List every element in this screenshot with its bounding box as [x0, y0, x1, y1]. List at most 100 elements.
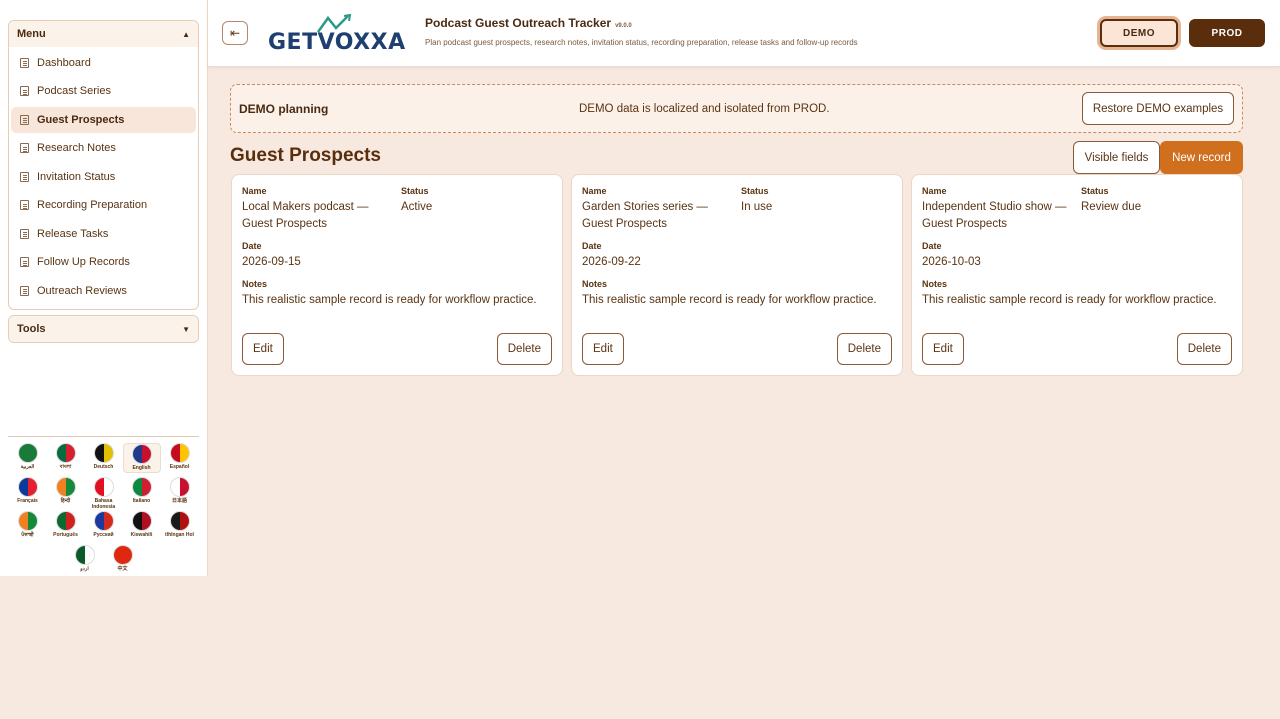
language-option[interactable]: हिन्दी [47, 477, 85, 507]
date-label: Date [242, 241, 262, 251]
sidebar-item-dashboard[interactable]: Dashboard [11, 50, 196, 76]
language-option[interactable]: tlhIngan Hol [161, 511, 199, 541]
sidebar-item-recording-preparation[interactable]: Recording Preparation [11, 192, 196, 218]
card-actions: Edit Delete [242, 333, 552, 365]
sidebar-item-release-tasks[interactable]: Release Tasks [11, 221, 196, 247]
language-picker: العربية বাংলা Deutsch English Español Françai… [8, 436, 199, 579]
app-title: Podcast Guest Outreach Tracker v9.0.0 [425, 16, 632, 30]
delete-button[interactable]: Delete [836, 333, 892, 365]
notes-field: Notes This realistic sample record is rea… [582, 279, 892, 309]
record-status: In use [741, 201, 773, 213]
sidebar-item-outreach-reviews[interactable]: Outreach Reviews [11, 278, 196, 304]
app-version: v9.0.0 [615, 23, 632, 29]
delete-button[interactable]: Delete [1176, 333, 1232, 365]
flag-icon [169, 477, 190, 497]
new-record-button[interactable]: New record [1160, 141, 1243, 174]
flag-icon [93, 477, 114, 497]
language-option[interactable]: Bahasa Indonesia [85, 477, 123, 510]
sidebar-item-guest-prospects[interactable]: Guest Prospects [11, 106, 196, 133]
app-subtitle: Plan podcast guest prospects, research n… [425, 38, 858, 47]
language-name: Français [17, 498, 38, 504]
flag-icon [131, 477, 152, 497]
language-option[interactable]: Español [161, 443, 199, 473]
edit-button[interactable]: Edit [922, 333, 964, 365]
flag-icon [131, 511, 152, 531]
prod-env-button[interactable]: PROD [1189, 19, 1265, 47]
language-option[interactable]: Kiswahili [123, 511, 161, 541]
language-name: বাংলা [59, 464, 72, 470]
sidebar-item-label: Guest Prospects [37, 113, 125, 126]
language-option[interactable]: Italiano [123, 477, 161, 507]
language-name: Русский [93, 532, 114, 538]
language-row: Français हिन्दी Bahasa Indonesia Italiano 日本… [8, 477, 199, 510]
delete-button[interactable]: Delete [496, 333, 552, 365]
notes-label: Notes [242, 279, 268, 289]
language-option[interactable]: 日本語 [161, 477, 199, 507]
language-name: ਪੰਜਾਬੀ [21, 532, 34, 538]
record-date: 2026-10-03 [922, 256, 981, 268]
language-option[interactable]: العربية [9, 443, 47, 473]
language-option[interactable]: Русский [85, 511, 123, 541]
flag-icon [169, 443, 190, 463]
document-icon [20, 171, 29, 182]
language-name: Kiswahili [130, 532, 153, 538]
collapse-menu-icon: ⇤ [229, 26, 241, 40]
sidebar-item-podcast-series[interactable]: Podcast Series [11, 78, 196, 104]
flag-icon [169, 511, 190, 531]
edit-button[interactable]: Edit [242, 333, 284, 365]
visible-fields-button[interactable]: Visible fields [1073, 141, 1160, 174]
sidebar-item-follow-up-records[interactable]: Follow Up Records [11, 249, 196, 275]
language-name: Português [53, 532, 78, 538]
date-field: Date 2026-10-03 [922, 241, 1232, 271]
name-field: Name Garden Stories series — Guest Prospe… [582, 186, 741, 233]
sidebar-item-invitation-status[interactable]: Invitation Status [11, 164, 196, 190]
sidebar-item-label: Podcast Series [37, 85, 111, 97]
language-name: tlhIngan Hol [165, 532, 194, 538]
demo-env-button[interactable]: DEMO [1100, 19, 1178, 47]
record-card: Name Local Makers podcast — Guest Prospec… [231, 174, 563, 376]
language-option[interactable]: Français [9, 477, 47, 507]
name-status-row: Name Garden Stories series — Guest Prospe… [582, 186, 892, 233]
brand-logo: GETVOXXA [268, 14, 413, 55]
flag-icon [93, 511, 114, 531]
language-option[interactable]: ਪੰਜਾਬੀ [9, 511, 47, 541]
flag-icon [74, 545, 95, 565]
notes-label: Notes [922, 279, 948, 289]
language-option[interactable]: اردو [66, 545, 104, 575]
sidebar-item-research-notes[interactable]: Research Notes [11, 135, 196, 161]
flag-icon [17, 511, 38, 531]
language-option[interactable]: 中文 [104, 545, 142, 575]
tools-panel-header[interactable]: Tools ▼ [9, 316, 198, 342]
menu-panel: Menu ▲ Dashboard Podcast Series Guest Pros… [8, 20, 199, 310]
record-name: Local Makers podcast — Guest Prospects [242, 201, 369, 230]
record-card: Name Independent Studio show — Guest Pros… [911, 174, 1243, 376]
top-header: ⇤ GETVOXXA Podcast Guest Outreach Tracke… [208, 0, 1280, 67]
flag-icon [17, 477, 38, 497]
document-icon [20, 285, 29, 296]
logo-text: GETVOXXA [268, 30, 406, 55]
status-field: Status Review due [1081, 186, 1141, 233]
language-row: العربية বাংলা Deutsch English Español [8, 443, 199, 473]
name-label: Name [242, 186, 267, 196]
language-option[interactable]: বাংলা [47, 443, 85, 473]
record-name: Garden Stories series — Guest Prospects [582, 201, 708, 230]
language-name: English [132, 465, 151, 471]
restore-demo-button[interactable]: Restore DEMO examples [1082, 92, 1234, 125]
flag-icon [55, 477, 76, 497]
card-actions: Edit Delete [922, 333, 1232, 365]
language-row: اردو 中文 [8, 545, 199, 575]
collapse-sidebar-button[interactable]: ⇤ [222, 21, 248, 45]
menu-panel-header[interactable]: Menu ▲ [9, 21, 198, 47]
edit-button[interactable]: Edit [582, 333, 624, 365]
record-card: Name Garden Stories series — Guest Prospe… [571, 174, 903, 376]
record-notes: This realistic sample record is ready fo… [582, 294, 877, 306]
language-row: ਪੰਜਾਬੀ Português Русский Kiswahili tlhIngan … [8, 511, 199, 541]
date-field: Date 2026-09-22 [582, 241, 892, 271]
sidebar: Menu ▲ Dashboard Podcast Series Guest Pros… [0, 0, 208, 576]
language-option[interactable]: Português [47, 511, 85, 541]
language-option[interactable]: Deutsch [85, 443, 123, 473]
flag-icon [131, 444, 152, 464]
language-option[interactable]: English [122, 443, 161, 473]
record-notes: This realistic sample record is ready fo… [242, 294, 537, 306]
sidebar-item-label: Follow Up Records [37, 256, 130, 268]
